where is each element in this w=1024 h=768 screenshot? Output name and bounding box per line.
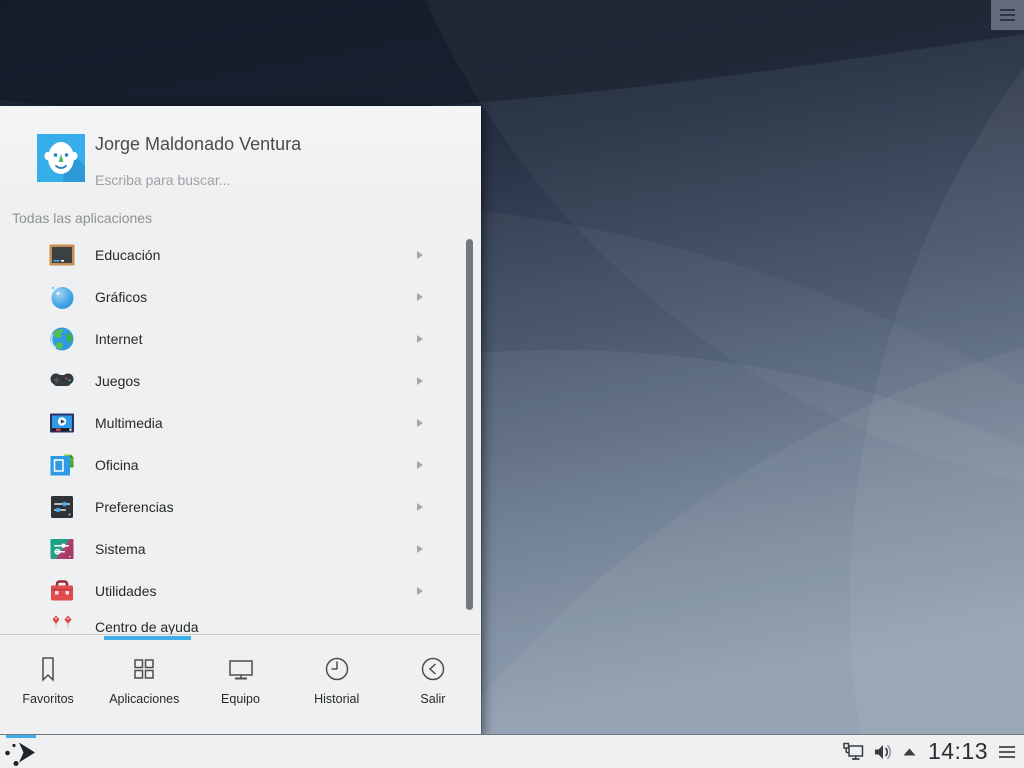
games-gamepad-icon <box>50 373 74 386</box>
app-launcher-button[interactable] <box>0 735 46 768</box>
tab-equipo[interactable]: Equipo <box>192 635 288 734</box>
category-item-internet[interactable]: Internet <box>0 318 481 360</box>
category-item-centro-de-ayuda[interactable]: Centro de ayuda <box>0 606 481 635</box>
submenu-arrow-icon <box>417 503 423 511</box>
tray-expander-arrow-icon[interactable] <box>901 745 918 759</box>
panel-menu-hamburger-icon[interactable] <box>998 744 1016 760</box>
hamburger-icon <box>1000 9 1015 11</box>
application-launcher-popup: Jorge Maldonado Ventura Escriba para bus… <box>0 106 481 734</box>
tab-label: Salir <box>420 692 446 706</box>
category-label: Sistema <box>95 541 146 557</box>
submenu-arrow-icon <box>417 335 423 343</box>
office-documents-icon <box>50 454 74 476</box>
launcher-tab-bar: Favoritos Aplicaciones Equipo Historial … <box>0 635 481 734</box>
category-label: Utilidades <box>95 583 157 599</box>
plasma-logo-icon <box>5 742 35 766</box>
bookmark-icon <box>42 657 54 682</box>
education-chalkboard-icon <box>49 244 75 266</box>
category-item-multimedia[interactable]: Multimedia <box>0 402 481 444</box>
section-label: Todas las aplicaciones <box>12 210 153 226</box>
multimedia-player-icon <box>50 413 74 433</box>
category-label: Internet <box>95 331 143 347</box>
submenu-arrow-icon <box>417 419 423 427</box>
digital-clock[interactable]: 14:13 <box>928 738 988 765</box>
user-name: Jorge Maldonado Ventura <box>95 134 302 154</box>
network-tray-icon[interactable] <box>841 741 865 763</box>
category-label: Educación <box>95 247 161 263</box>
computer-icon <box>228 660 253 680</box>
category-item-graficos[interactable]: Gráficos <box>0 276 481 318</box>
tab-label: Historial <box>314 692 360 706</box>
category-label: Juegos <box>95 373 141 389</box>
tab-label: Equipo <box>221 692 260 706</box>
category-item-preferencias[interactable]: Preferencias <box>0 486 481 528</box>
search-input[interactable]: Escriba para buscar... <box>95 172 230 188</box>
tab-historial[interactable]: Historial <box>289 635 385 734</box>
category-label: Oficina <box>95 457 139 473</box>
category-label: Centro de ayuda <box>95 619 199 635</box>
category-label: Gráficos <box>95 289 148 305</box>
desktop-toolbox-button[interactable] <box>991 0 1024 30</box>
submenu-arrow-icon <box>417 293 423 301</box>
app-category-list: Educación Gráficos Internet Juegos Multi… <box>0 234 481 635</box>
help-center-icon <box>52 615 72 629</box>
category-item-juegos[interactable]: Juegos <box>0 360 481 402</box>
submenu-arrow-icon <box>417 377 423 385</box>
utilities-toolbox-icon <box>51 580 73 601</box>
category-label: Preferencias <box>95 499 174 515</box>
category-item-educacion[interactable]: Educación <box>0 234 481 276</box>
user-avatar[interactable] <box>37 134 85 182</box>
submenu-arrow-icon <box>417 545 423 553</box>
category-label: Multimedia <box>95 415 163 431</box>
leave-icon <box>421 657 445 681</box>
submenu-arrow-icon <box>417 251 423 259</box>
system-sliders-icon <box>50 539 74 559</box>
tab-aplicaciones[interactable]: Aplicaciones <box>96 635 192 734</box>
desktop: Jorge Maldonado Ventura Escriba para bus… <box>0 0 1024 768</box>
tab-salir[interactable]: Salir <box>385 635 481 734</box>
tab-label: Favoritos <box>22 692 74 706</box>
preferences-sliders-icon <box>51 496 73 518</box>
submenu-arrow-icon <box>417 587 423 595</box>
history-clock-icon <box>325 657 348 681</box>
submenu-arrow-icon <box>417 461 423 469</box>
category-item-oficina[interactable]: Oficina <box>0 444 481 486</box>
internet-globe-icon <box>50 327 74 351</box>
graphics-sphere-icon <box>51 286 74 309</box>
tab-label: Aplicaciones <box>109 692 180 706</box>
scrollbar[interactable] <box>466 239 473 610</box>
volume-tray-icon[interactable] <box>872 742 894 762</box>
taskbar-panel: 14:13 <box>0 734 1024 768</box>
system-tray: 14:13 <box>841 738 1024 765</box>
tab-favoritos[interactable]: Favoritos <box>0 635 96 734</box>
apps-grid-icon <box>134 659 155 679</box>
category-item-sistema[interactable]: Sistema <box>0 528 481 570</box>
